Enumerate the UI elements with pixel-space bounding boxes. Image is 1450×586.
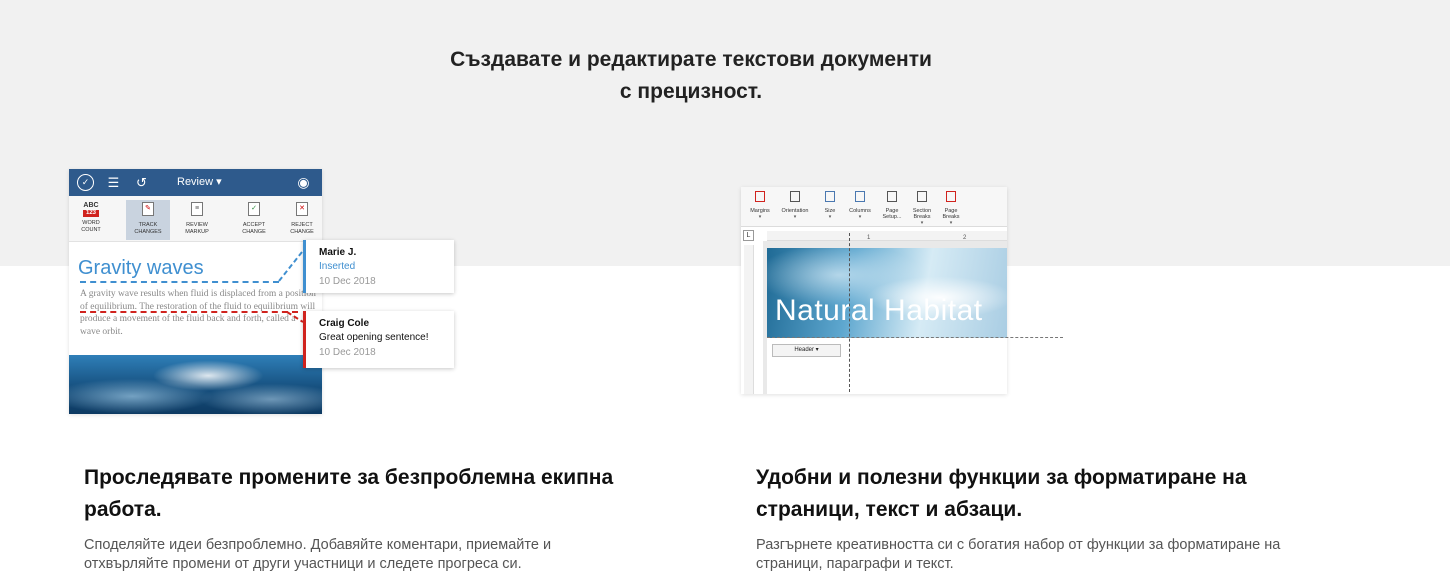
feature-title: Проследявате промените за безпроблемна е… (84, 466, 614, 521)
horizontal-ruler: 1 2 (767, 231, 1007, 241)
reject-change-icon: ✕ (296, 202, 308, 216)
comment-date: 10 Dec 2018 (319, 347, 376, 358)
comment-text: Great opening sentence! (319, 332, 429, 343)
layout-ribbon: Margins ▾ Orientation ▾ Size ▾ Columns ▾ Pag… (741, 187, 1007, 227)
document-body: A gravity wave results when fluid is dis… (80, 289, 316, 337)
margins-tool: Margins ▾ (745, 191, 775, 220)
feature-title: Удобни и полезни функции за форматиране … (756, 466, 1247, 521)
hero-title-line-1: Създавате и редактирате текстови докумен… (450, 48, 932, 71)
undo-icon: ↺ (136, 175, 147, 190)
page-breaks-tool: Page Breaks ▾ (936, 191, 966, 226)
page-setup-tool: Page Setup... (877, 191, 907, 220)
page-breaks-icon (946, 191, 956, 202)
section-breaks-icon (917, 191, 927, 202)
horizontal-guide-line (767, 337, 1063, 338)
insertion-marker (80, 281, 279, 283)
accept-change-tool: ✓ ACCEPT CHANGE (232, 200, 276, 240)
size-tool: Size ▾ (815, 191, 845, 220)
review-markup-icon: ≡ (191, 202, 203, 216)
orientation-icon (790, 191, 800, 202)
check-circle-icon: ✓ (77, 174, 94, 191)
track-changes-tool: ✎ TRACK CHANGES (126, 200, 170, 240)
comment-marker (80, 311, 298, 313)
orientation-tool: Orientation ▾ (777, 191, 813, 220)
list-icon: ☰ (107, 175, 120, 190)
mobile-app-toolbar: ✓ ☰ ↺ Review ▾ ◉ (69, 169, 322, 196)
banner-title: Natural Habitat (775, 294, 983, 327)
review-markup-tool: ≡ REVIEW MARKUP (175, 200, 219, 240)
comment-card: Marie J. Inserted 10 Dec 2018 (303, 240, 454, 293)
document-title: Gravity waves (78, 257, 204, 279)
ocean-wave-image (69, 355, 322, 414)
comment-author: Craig Cole (319, 318, 370, 329)
columns-tool: Columns ▾ (845, 191, 875, 220)
header-dropdown: Header ▾ (772, 344, 841, 357)
vertical-ruler (744, 245, 754, 394)
word-count-tool: ABC 123 WORD COUNT (69, 200, 113, 240)
hero-title-line-2: с прецизност. (619, 80, 763, 103)
track-changes-icon: ✎ (142, 202, 154, 216)
feature-track-changes: Проследявате промените за безпроблемна е… (84, 462, 664, 574)
word-count-icon: ABC 123 (83, 202, 99, 217)
vertical-guide-line (849, 233, 850, 392)
comment-text: Inserted (319, 261, 356, 272)
accept-change-icon: ✓ (248, 202, 260, 216)
review-menu: Review ▾ (177, 176, 222, 188)
page-setup-icon (887, 191, 897, 202)
review-ribbon: ABC 123 WORD COUNT ✎ TRACK CHANGES ≡ REVIEW… (69, 196, 322, 242)
ruler-tab-selector: L (743, 230, 754, 241)
eye-icon: ◉ (297, 174, 310, 190)
comment-card: Craig Cole Great opening sentence! 10 De… (303, 311, 454, 368)
section-breaks-tool: Section Breaks ▾ (907, 191, 937, 226)
hero-title: Създавате и редактирате текстови докумен… (0, 44, 1382, 108)
reject-change-tool: ✕ REJECT CHANGE (280, 200, 322, 240)
feature-description: Споделяйте идеи безпроблемно. Добавяйте … (84, 537, 552, 572)
comment-author: Marie J. (319, 247, 357, 258)
margins-icon (755, 191, 765, 202)
feature-description: Разгърнете креативността си с богатия на… (756, 537, 1281, 572)
comment-date: 10 Dec 2018 (319, 276, 376, 287)
mobile-review-mockup: ✓ ☰ ↺ Review ▾ ◉ ABC 123 WORD COUNT ✎ TRAC… (69, 169, 322, 414)
size-icon (825, 191, 835, 202)
feature-formatting: Удобни и полезни функции за форматиране … (756, 462, 1336, 574)
columns-icon (855, 191, 865, 202)
